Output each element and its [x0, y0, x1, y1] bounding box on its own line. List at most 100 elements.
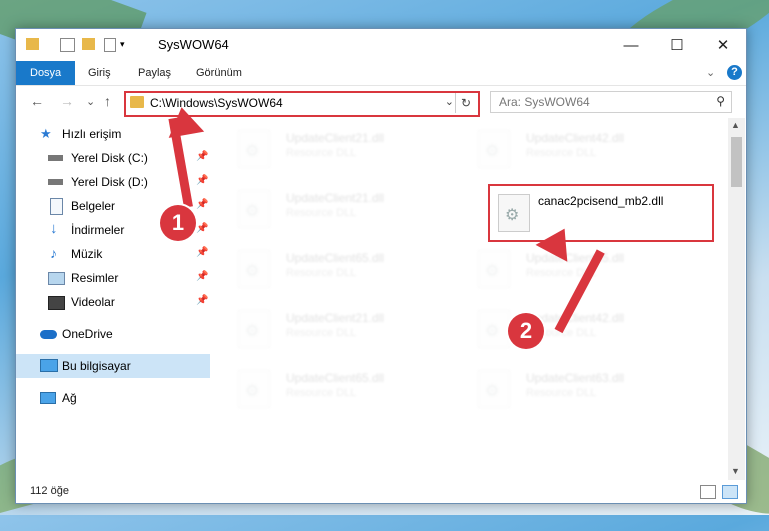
sidebar-item-pictures[interactable]: Resimler 📌 — [16, 266, 210, 290]
pin-icon[interactable]: 📌 — [196, 199, 208, 210]
recent-locations-button[interactable]: ⌄ — [86, 95, 95, 108]
dll-file-icon: ⚙ — [238, 130, 270, 168]
music-icon: ♪ — [50, 245, 57, 261]
up-button[interactable]: ↑ — [104, 93, 111, 109]
dll-file-icon: ⚙ — [478, 250, 510, 288]
sidebar-item-this-pc[interactable]: Bu bilgisayar — [16, 354, 210, 378]
sidebar-item-label: Yerel Disk (C:) — [71, 151, 148, 165]
dll-file-icon: ⚙ — [238, 370, 270, 408]
close-button[interactable]: ✕ — [700, 29, 746, 61]
scrollbar-thumb[interactable] — [731, 137, 742, 187]
sidebar-item-label: Hızlı erişim — [62, 127, 122, 141]
address-path[interactable]: C:\Windows\SysWOW64 — [150, 96, 283, 110]
file-item[interactable]: ⚙ UpdateClient21.dll Resource DLL — [238, 128, 468, 172]
scroll-up-icon[interactable]: ▲ — [731, 120, 740, 130]
disk-icon — [48, 155, 63, 161]
window-title: SysWOW64 — [158, 37, 229, 52]
customize-toolbar-icon[interactable] — [104, 38, 116, 52]
sidebar-item-label: İndirmeler — [71, 223, 125, 237]
file-item[interactable]: ⚙ UpdateClient65.dll Resource DLL — [238, 248, 468, 292]
minimize-button[interactable]: — — [608, 29, 654, 61]
details-view-icon[interactable] — [700, 485, 716, 499]
gear-icon: ⚙ — [245, 323, 260, 340]
gear-icon: ⚙ — [485, 323, 500, 340]
file-name: UpdateClient21.dll — [286, 191, 385, 205]
chevron-down-icon[interactable]: ▾ — [120, 39, 128, 51]
pin-icon[interactable]: 📌 — [196, 175, 208, 186]
status-bar: 112 öğe — [16, 480, 746, 503]
folder-icon — [130, 96, 144, 108]
vertical-scrollbar[interactable]: ▲ ▼ — [728, 118, 745, 480]
ribbon-tabs: Dosya Giriş Paylaş Görünüm ⌄ ? — [16, 61, 746, 86]
tab-view[interactable]: Görünüm — [196, 61, 242, 85]
sidebar-item-onedrive[interactable]: OneDrive — [16, 322, 210, 346]
title-bar: ▾ SysWOW64 — ☐ ✕ — [16, 29, 746, 61]
dll-file-icon: ⚙ — [478, 310, 510, 348]
pin-icon[interactable]: 📌 — [196, 271, 208, 282]
file-name: UpdateClient21.dll — [286, 131, 385, 145]
sidebar-item-music[interactable]: ♪ Müzik 📌 — [16, 242, 210, 266]
tab-share[interactable]: Paylaş — [138, 61, 171, 85]
dll-file-icon: ⚙ — [238, 310, 270, 348]
sidebar-item-label: Müzik — [71, 247, 103, 261]
file-name: canac2pcisend_mb2.dll — [538, 194, 664, 208]
pin-icon[interactable]: 📌 — [196, 295, 208, 306]
back-button[interactable]: ← — [30, 93, 44, 109]
file-item[interactable]: ⚙ UpdateClient21.dll Resource DLL — [238, 188, 468, 232]
address-dropdown-button[interactable]: ⌄ — [445, 95, 454, 108]
file-name: UpdateClient65.dll — [286, 371, 385, 385]
download-icon: ↓ — [50, 220, 58, 237]
gear-icon: ⚙ — [485, 143, 500, 160]
gear-icon: ⚙ — [485, 383, 500, 400]
file-type: Resource DLL — [286, 147, 357, 159]
documents-icon — [50, 198, 63, 215]
large-icons-view-icon[interactable] — [722, 485, 738, 499]
pin-icon[interactable]: 📌 — [196, 223, 208, 234]
file-type: Resource DLL — [526, 387, 597, 399]
properties-icon[interactable] — [60, 38, 75, 52]
gear-icon: ⚙ — [245, 263, 260, 280]
file-explorer-window: ▾ SysWOW64 — ☐ ✕ Dosya Giriş Paylaş Görü… — [15, 28, 747, 504]
file-item[interactable]: ⚙ UpdateClient21.dll Resource DLL — [238, 308, 468, 352]
pictures-icon — [48, 272, 65, 285]
tab-home[interactable]: Giriş — [88, 61, 111, 85]
file-item[interactable]: ⚙ UpdateClient65.dll Resource DLL — [238, 368, 468, 412]
network-icon — [40, 392, 56, 404]
refresh-button[interactable]: ↻ — [455, 93, 476, 113]
file-item-highlighted[interactable]: ⚙ canac2pcisend_mb2.dll — [488, 184, 714, 242]
item-count: 112 öğe — [30, 485, 69, 497]
file-type: Resource DLL — [286, 207, 357, 219]
file-name: UpdateClient21.dll — [286, 311, 385, 325]
sidebar-item-label: Yerel Disk (D:) — [71, 175, 148, 189]
maximize-button[interactable]: ☐ — [654, 29, 700, 61]
scroll-down-icon[interactable]: ▼ — [731, 466, 740, 476]
sidebar-item-label: Ağ — [62, 391, 77, 405]
dll-file-icon: ⚙ — [238, 250, 270, 288]
file-list: ⚙ UpdateClient21.dll Resource DLL ⚙ Upda… — [226, 118, 726, 480]
dll-file-icon: ⚙ — [478, 370, 510, 408]
sidebar-item-network[interactable]: Ağ — [16, 386, 210, 410]
gear-icon: ⚙ — [505, 207, 520, 224]
file-item[interactable]: ⚙ UpdateClient63.dll Resource DLL — [478, 368, 708, 412]
sidebar-item-videos[interactable]: Videolar 📌 — [16, 290, 210, 314]
file-item[interactable]: ⚙ UpdateClient42.dll Resource DLL — [478, 128, 708, 172]
navigation-bar: ← → ⌄ ↑ C:\Windows\SysWOW64 ⌄ ↻ Ara: Sys… — [16, 86, 746, 118]
ribbon-collapse-button[interactable]: ⌄ — [706, 61, 715, 85]
annotation-marker-2: 2 — [508, 313, 544, 349]
pin-icon[interactable]: 📌 — [196, 247, 208, 258]
search-placeholder: Ara: SysWOW64 — [499, 95, 590, 109]
new-folder-icon[interactable] — [82, 38, 95, 50]
help-icon[interactable]: ? — [727, 65, 742, 80]
folder-icon — [26, 38, 39, 50]
file-type: Resource DLL — [286, 387, 357, 399]
file-name: UpdateClient42.dll — [526, 131, 625, 145]
dll-file-icon: ⚙ — [478, 130, 510, 168]
sidebar-item-label: Resimler — [71, 271, 119, 285]
tab-file[interactable]: Dosya — [16, 61, 76, 85]
file-name: UpdateClient65.dll — [286, 251, 385, 265]
search-icon[interactable]: ⚲ — [716, 94, 725, 108]
forward-button[interactable]: → — [60, 93, 74, 109]
search-input[interactable]: Ara: SysWOW64 ⚲ — [490, 91, 732, 113]
pin-icon[interactable]: 📌 — [196, 151, 208, 162]
sidebar-item-label: Bu bilgisayar — [62, 359, 131, 373]
